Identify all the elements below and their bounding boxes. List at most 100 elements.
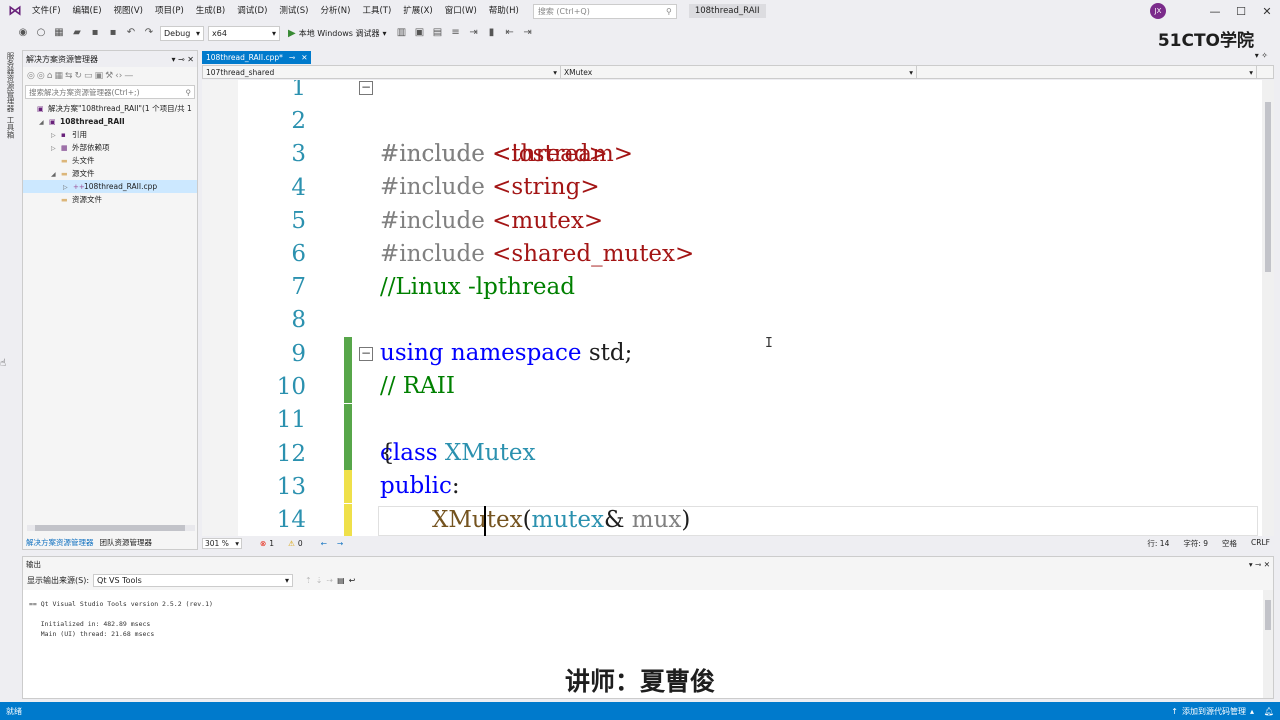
quick-launch-search[interactable]: 搜索 (Ctrl+Q) ⚲ <box>532 3 677 19</box>
menu-help[interactable]: 帮助(H) <box>483 0 525 22</box>
save-all-icon[interactable]: ▪ <box>106 26 120 40</box>
tree-item[interactable]: ▬ 头文件 <box>23 154 197 167</box>
sync-icon[interactable]: ⇆ <box>65 71 73 81</box>
close-icon[interactable]: ✕ <box>1264 560 1270 569</box>
tab-108thread-raii-cpp[interactable]: 108thread_RAII.cpp* ⊸ ✕ <box>202 51 312 64</box>
minimize-button[interactable]: — <box>1202 5 1228 18</box>
notification-bell-icon[interactable]: 🔔︎ <box>1264 707 1274 716</box>
camera-icon[interactable]: ▣ <box>413 26 427 40</box>
panel-controls: ▾ ⊸ ✕ <box>171 55 194 64</box>
solution-search-input[interactable]: 搜索解决方案资源管理器(Ctrl+;) ⚲ <box>25 85 195 99</box>
nav-project-select[interactable]: 107thread_shared ▾ <box>203 66 561 78</box>
tab-list-icon[interactable]: ▾ ✧ <box>1255 51 1268 60</box>
config-select[interactable]: Debug ▾ <box>160 25 204 41</box>
dropdown-icon[interactable]: ▾ <box>171 55 175 64</box>
tree-item[interactable]: ▷ ▪ 引用 <box>23 128 197 141</box>
menu-project[interactable]: 项目(P) <box>149 0 190 22</box>
collapse-icon[interactable]: − <box>359 347 373 361</box>
forward-icon[interactable]: ○ <box>34 26 48 40</box>
undo-icon[interactable]: ↶ <box>124 26 138 40</box>
bookmark-prev-icon[interactable]: ⇤ <box>503 26 517 40</box>
error-icon[interactable]: ⊗ <box>260 539 266 548</box>
menu-extensions[interactable]: 扩展(X) <box>397 0 438 22</box>
menu-build[interactable]: 生成(B) <box>190 0 231 22</box>
editor-vertical-scrollbar[interactable] <box>1262 80 1274 536</box>
menu-test[interactable]: 测试(S) <box>273 0 314 22</box>
switch-views-icon[interactable]: ▦ <box>54 71 63 81</box>
editor-status-strip: 301 % ▾ ⊗ 1 ⚠ 0 ← → 行: 14 字符: 9 空格 CRLF <box>202 537 1274 550</box>
back-icon[interactable]: ◉ <box>16 26 30 40</box>
pin-icon[interactable]: ⊸ <box>1255 560 1261 569</box>
run-debugger-button[interactable]: ▶ 本地 Windows 调试器 ▾ <box>288 28 387 39</box>
maximize-button[interactable]: ☐ <box>1228 5 1254 18</box>
server-explorer-tab[interactable]: 服务器资源管理器 <box>5 52 16 112</box>
tree-item[interactable]: ◢ ▬ 源文件 <box>23 167 197 180</box>
close-icon[interactable]: ✕ <box>187 55 194 64</box>
format-icon[interactable]: ≡ <box>449 26 463 40</box>
window-controls: JX — ☐ ✕ <box>1150 0 1280 22</box>
open-icon[interactable]: ▰ <box>70 26 84 40</box>
avatar[interactable]: JX <box>1150 3 1166 19</box>
nav-scope-value: XMutex <box>564 67 593 77</box>
forward-icon[interactable]: ◎ <box>37 71 45 81</box>
nav-scope-select[interactable]: XMutex ▾ <box>561 66 917 78</box>
menu-file[interactable]: 文件(F) <box>26 0 67 22</box>
goto-icon[interactable]: ⇢ <box>326 576 333 585</box>
nav-member-select[interactable]: ▾ <box>917 66 1257 78</box>
tree-item[interactable]: ▷ ▦ 外部依赖项 <box>23 141 197 154</box>
layout-icon[interactable]: ▤ <box>431 26 445 40</box>
menu-view[interactable]: 视图(V) <box>108 0 149 22</box>
close-button[interactable]: ✕ <box>1254 5 1280 18</box>
clear-all-icon[interactable]: ▤ <box>337 576 345 585</box>
nav-forward-icon[interactable]: → <box>337 539 343 548</box>
show-all-files-icon[interactable]: ▣ <box>95 71 104 81</box>
warning-icon[interactable]: ⚠ <box>288 539 295 548</box>
back-icon[interactable]: ◎ <box>27 71 35 81</box>
indent-icon[interactable]: ⇥ <box>467 26 481 40</box>
dropdown-icon[interactable]: ▾ <box>1249 560 1253 569</box>
menu-analyze[interactable]: 分析(N) <box>314 0 356 22</box>
home-icon[interactable]: ⌂ <box>47 71 53 81</box>
menu-edit[interactable]: 编辑(E) <box>67 0 108 22</box>
pin-icon[interactable]: ⊸ <box>178 55 185 64</box>
code-line: #include <string> <box>202 138 1262 200</box>
zoom-select[interactable]: 301 % ▾ <box>202 538 242 549</box>
close-icon[interactable]: ✕ <box>301 53 307 62</box>
menu-window[interactable]: 窗口(W) <box>439 0 483 22</box>
pin-icon[interactable]: ⊸ <box>289 53 295 62</box>
bookmark-icon[interactable]: ▮ <box>485 26 499 40</box>
collapse-all-icon[interactable]: ▭ <box>84 71 93 81</box>
more-icon[interactable]: — <box>124 71 133 81</box>
horizontal-scrollbar[interactable] <box>27 525 195 531</box>
platform-select[interactable]: x64 ▾ <box>208 25 280 41</box>
tree-item[interactable]: ▣ 解决方案"108thread_RAII"(1 个项目/共 1 <box>23 102 197 115</box>
nav-back-icon[interactable]: ← <box>321 539 327 548</box>
bookmark-next-icon[interactable]: ⇥ <box>521 26 535 40</box>
collapse-icon[interactable]: − <box>359 81 373 95</box>
code-editor[interactable]: 1 2 3 4 5 6 7 8 9 10 11 12 13 14 − #include <thread> … <box>202 80 1262 536</box>
save-icon[interactable]: ▪ <box>88 26 102 40</box>
whitespace-indicator[interactable]: 空格 <box>1222 538 1237 549</box>
menu-debug[interactable]: 调试(D) <box>231 0 273 22</box>
tree-item[interactable]: ▬ 资源文件 <box>23 193 197 206</box>
output-source-select[interactable]: Qt VS Tools ▾ <box>93 573 294 587</box>
solution-explorer-panel: 解决方案资源管理器 ▾ ⊸ ✕ ◎ ◎ ⌂ ▦ ⇆ ↻ ▭ ▣ ⚒ ‹› — 搜… <box>22 50 198 550</box>
tree-item[interactable]: ▷ ++108thread_RAII.cpp <box>23 180 197 193</box>
refresh-icon[interactable]: ↻ <box>75 71 83 81</box>
new-project-icon[interactable]: ▦ <box>52 26 66 40</box>
source-control-button[interactable]: 添加到源代码管理 <box>1182 706 1246 717</box>
code-icon[interactable]: ‹› <box>115 71 122 81</box>
redo-icon[interactable]: ↷ <box>142 26 156 40</box>
chevron-down-icon: ▾ <box>1249 67 1253 77</box>
tab-team-explorer[interactable]: 团队资源管理器 <box>100 537 153 548</box>
find-prev-icon[interactable]: ⇡ <box>305 576 312 585</box>
menu-tools[interactable]: 工具(T) <box>356 0 397 22</box>
word-wrap-icon[interactable]: ↩ <box>349 576 356 585</box>
find-next-icon[interactable]: ⇣ <box>316 576 323 585</box>
properties-icon[interactable]: ⚒ <box>105 71 113 81</box>
toolbox-tab[interactable]: 工具箱 <box>5 116 16 139</box>
tree-item[interactable]: ◢ ▣ 108thread_RAII <box>23 115 197 128</box>
tab-solution-explorer[interactable]: 解决方案资源管理器 <box>26 537 94 548</box>
eol-indicator[interactable]: CRLF <box>1251 538 1270 549</box>
browser-icon[interactable]: ▥ <box>395 26 409 40</box>
